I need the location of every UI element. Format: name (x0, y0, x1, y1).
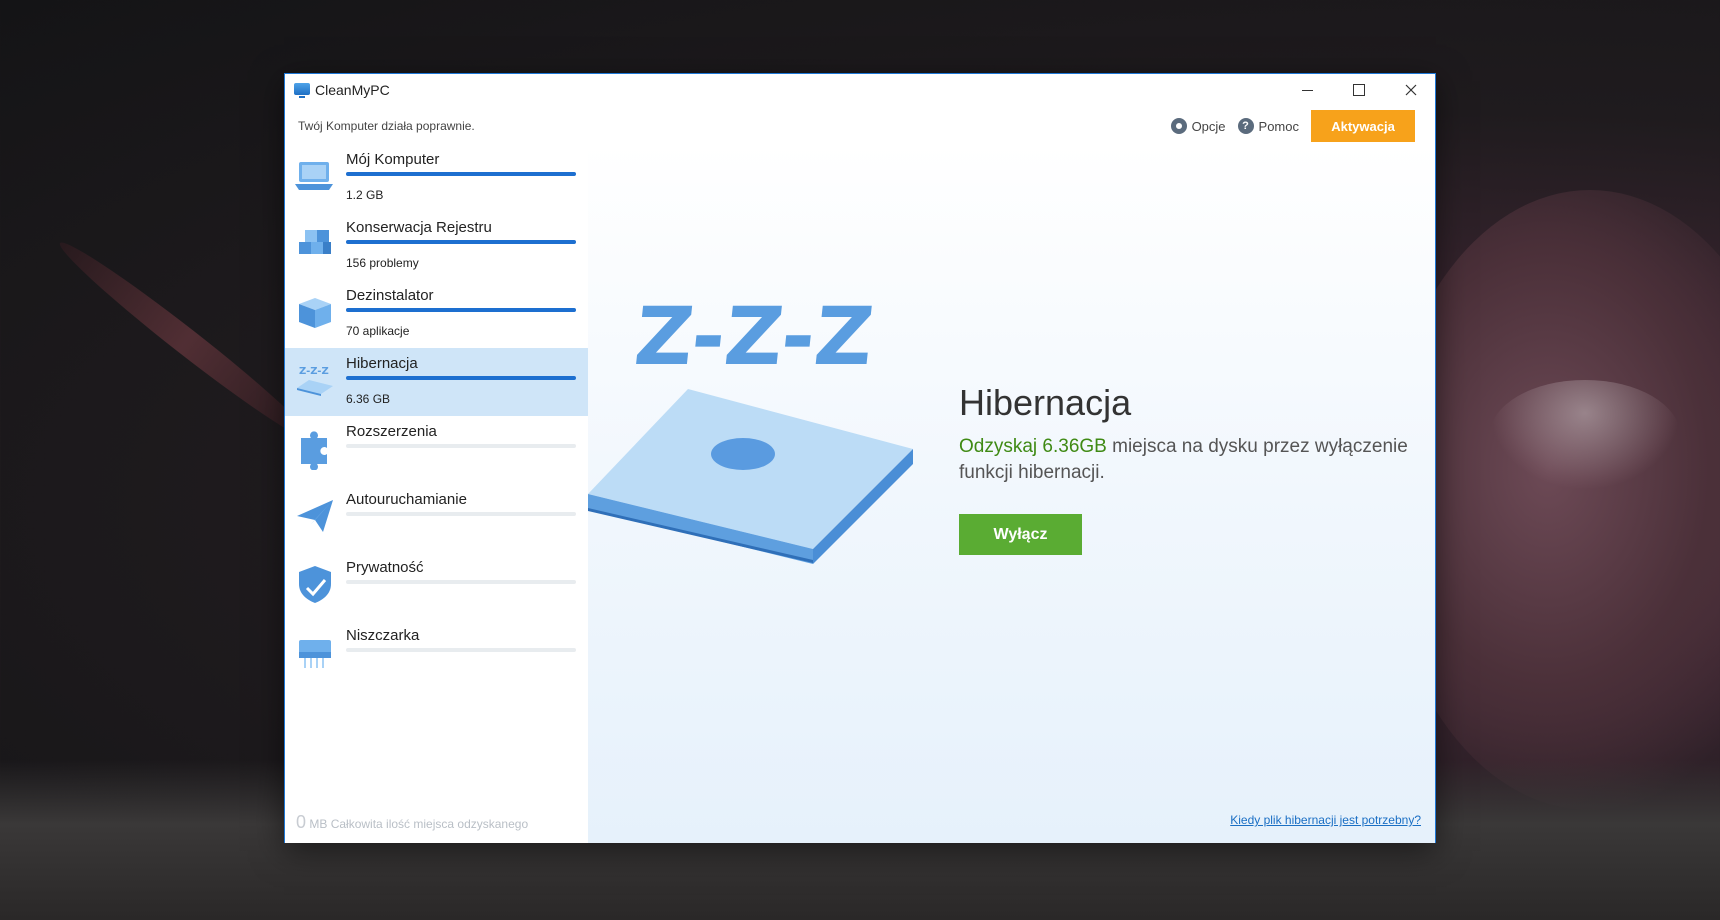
laptop-icon (295, 162, 333, 190)
disable-hibernation-button[interactable]: Wyłącz (959, 514, 1082, 555)
sidebar-item-prywatno-[interactable]: Prywatność (285, 552, 588, 620)
sidebar-item-progress (346, 240, 576, 244)
sidebar-item-label: Konserwacja Rejestru (346, 219, 492, 236)
options-label: Opcje (1191, 118, 1226, 134)
status-text: Twój Komputer działa poprawnie. (298, 119, 475, 133)
top-actions: Opcje ? Pomoc Aktywacja (1170, 110, 1415, 142)
sidebar-item-progress (346, 308, 576, 312)
sidebar-item-label: Dezinstalator (346, 287, 434, 304)
sidebar-item-progress (346, 512, 576, 516)
activate-button[interactable]: Aktywacja (1311, 110, 1415, 142)
sidebar-item-label: Niszczarka (346, 627, 420, 644)
sidebar-item-niszczarka[interactable]: Niszczarka (285, 620, 588, 688)
sidebar-item-progress (346, 172, 576, 176)
sidebar-item-label: Mój Komputer (346, 151, 440, 168)
gear-icon (1170, 118, 1187, 134)
feature-content: Hibernacja Odzyskaj 6.36GB miejsca na dy… (959, 382, 1419, 555)
sidebar-item-progress (346, 648, 576, 652)
nav-list: Mój Komputer 1.2 GB Konserwacja Rejestru 15… (285, 144, 588, 688)
app-window: CleanMyPC Twój Komputer działa poprawnie… (284, 73, 1436, 843)
hibernation-help-link[interactable]: Kiedy plik hibernacji jest potrzebny? (1230, 813, 1421, 827)
recovered-space-total: 0 MB Całkowita ilość miejsca odzyskanego (296, 812, 528, 833)
recover-amount: Odzyskaj 6.36GB (959, 436, 1107, 457)
background-water-drop (1490, 380, 1680, 490)
help-icon: ? (1237, 118, 1254, 134)
hibernation-illustration: Z-Z-Z (588, 290, 913, 564)
shield-icon (299, 566, 331, 603)
feature-title: Hibernacja (959, 382, 1132, 423)
title-bar[interactable]: CleanMyPC (285, 74, 1435, 106)
close-button[interactable] (1385, 74, 1437, 106)
sidebar-item-dezinstalator[interactable]: Dezinstalator 70 aplikacje (285, 280, 588, 348)
sidebar-item-autouruchamianie[interactable]: Autouruchamianie (285, 484, 588, 552)
sidebar-item-progress (346, 580, 576, 584)
sidebar-item-progress (346, 444, 576, 448)
sidebar: Mój Komputer 1.2 GB Konserwacja Rejestru 15… (285, 144, 588, 843)
minimize-button[interactable] (1281, 74, 1333, 106)
hibernation-icon: Z-Z-Z (297, 366, 333, 396)
sidebar-item-label: Prywatność (346, 559, 424, 576)
sidebar-item-value: 156 problemy (346, 256, 419, 270)
sidebar-item-hibernacja[interactable]: Z-Z-Z Hibernacja 6.36 GB (285, 348, 588, 416)
help-label: Pomoc (1258, 118, 1299, 134)
recovered-space-label: MB Całkowita ilość miejsca odzyskanego (309, 817, 529, 831)
app-title: CleanMyPC (315, 82, 390, 98)
app-monitor-icon (294, 83, 310, 98)
registry-cubes-icon (299, 230, 331, 254)
sidebar-item-rozszerzenia[interactable]: Rozszerzenia (285, 416, 588, 484)
background-leaf (51, 232, 321, 451)
svg-text:Z-Z-Z: Z-Z-Z (299, 366, 329, 377)
main-panel: Z-Z-Z Hibernacja Odzyskaj 6.36GB miejsca… (588, 144, 1435, 843)
sidebar-item-value: 70 aplikacje (346, 324, 410, 338)
sidebar-item-m-j-komputer[interactable]: Mój Komputer 1.2 GB (285, 144, 588, 212)
help-link-top[interactable]: ? Pomoc (1237, 118, 1299, 134)
maximize-button[interactable] (1333, 74, 1385, 106)
feature-description: Odzyskaj 6.36GB miejsca na dysku przez w… (959, 434, 1419, 486)
close-icon (1405, 84, 1417, 96)
puzzle-icon (301, 431, 327, 470)
zzz-text: Z-Z-Z (630, 290, 877, 383)
options-link[interactable]: Opcje (1170, 118, 1226, 134)
sidebar-item-konserwacja-rejestru[interactable]: Konserwacja Rejestru 156 problemy (285, 212, 588, 280)
sidebar-item-label: Autouruchamianie (346, 491, 467, 508)
sidebar-item-label: Rozszerzenia (346, 423, 437, 440)
sidebar-item-label: Hibernacja (346, 355, 418, 372)
shredder-icon (299, 640, 331, 668)
paper-plane-icon (297, 500, 333, 532)
uninstaller-box-icon (299, 298, 331, 328)
sidebar-item-value: 1.2 GB (346, 188, 384, 202)
sidebar-item-progress (346, 376, 576, 380)
recovered-space-number: 0 (296, 812, 307, 832)
sidebar-item-value: 6.36 GB (346, 392, 391, 406)
